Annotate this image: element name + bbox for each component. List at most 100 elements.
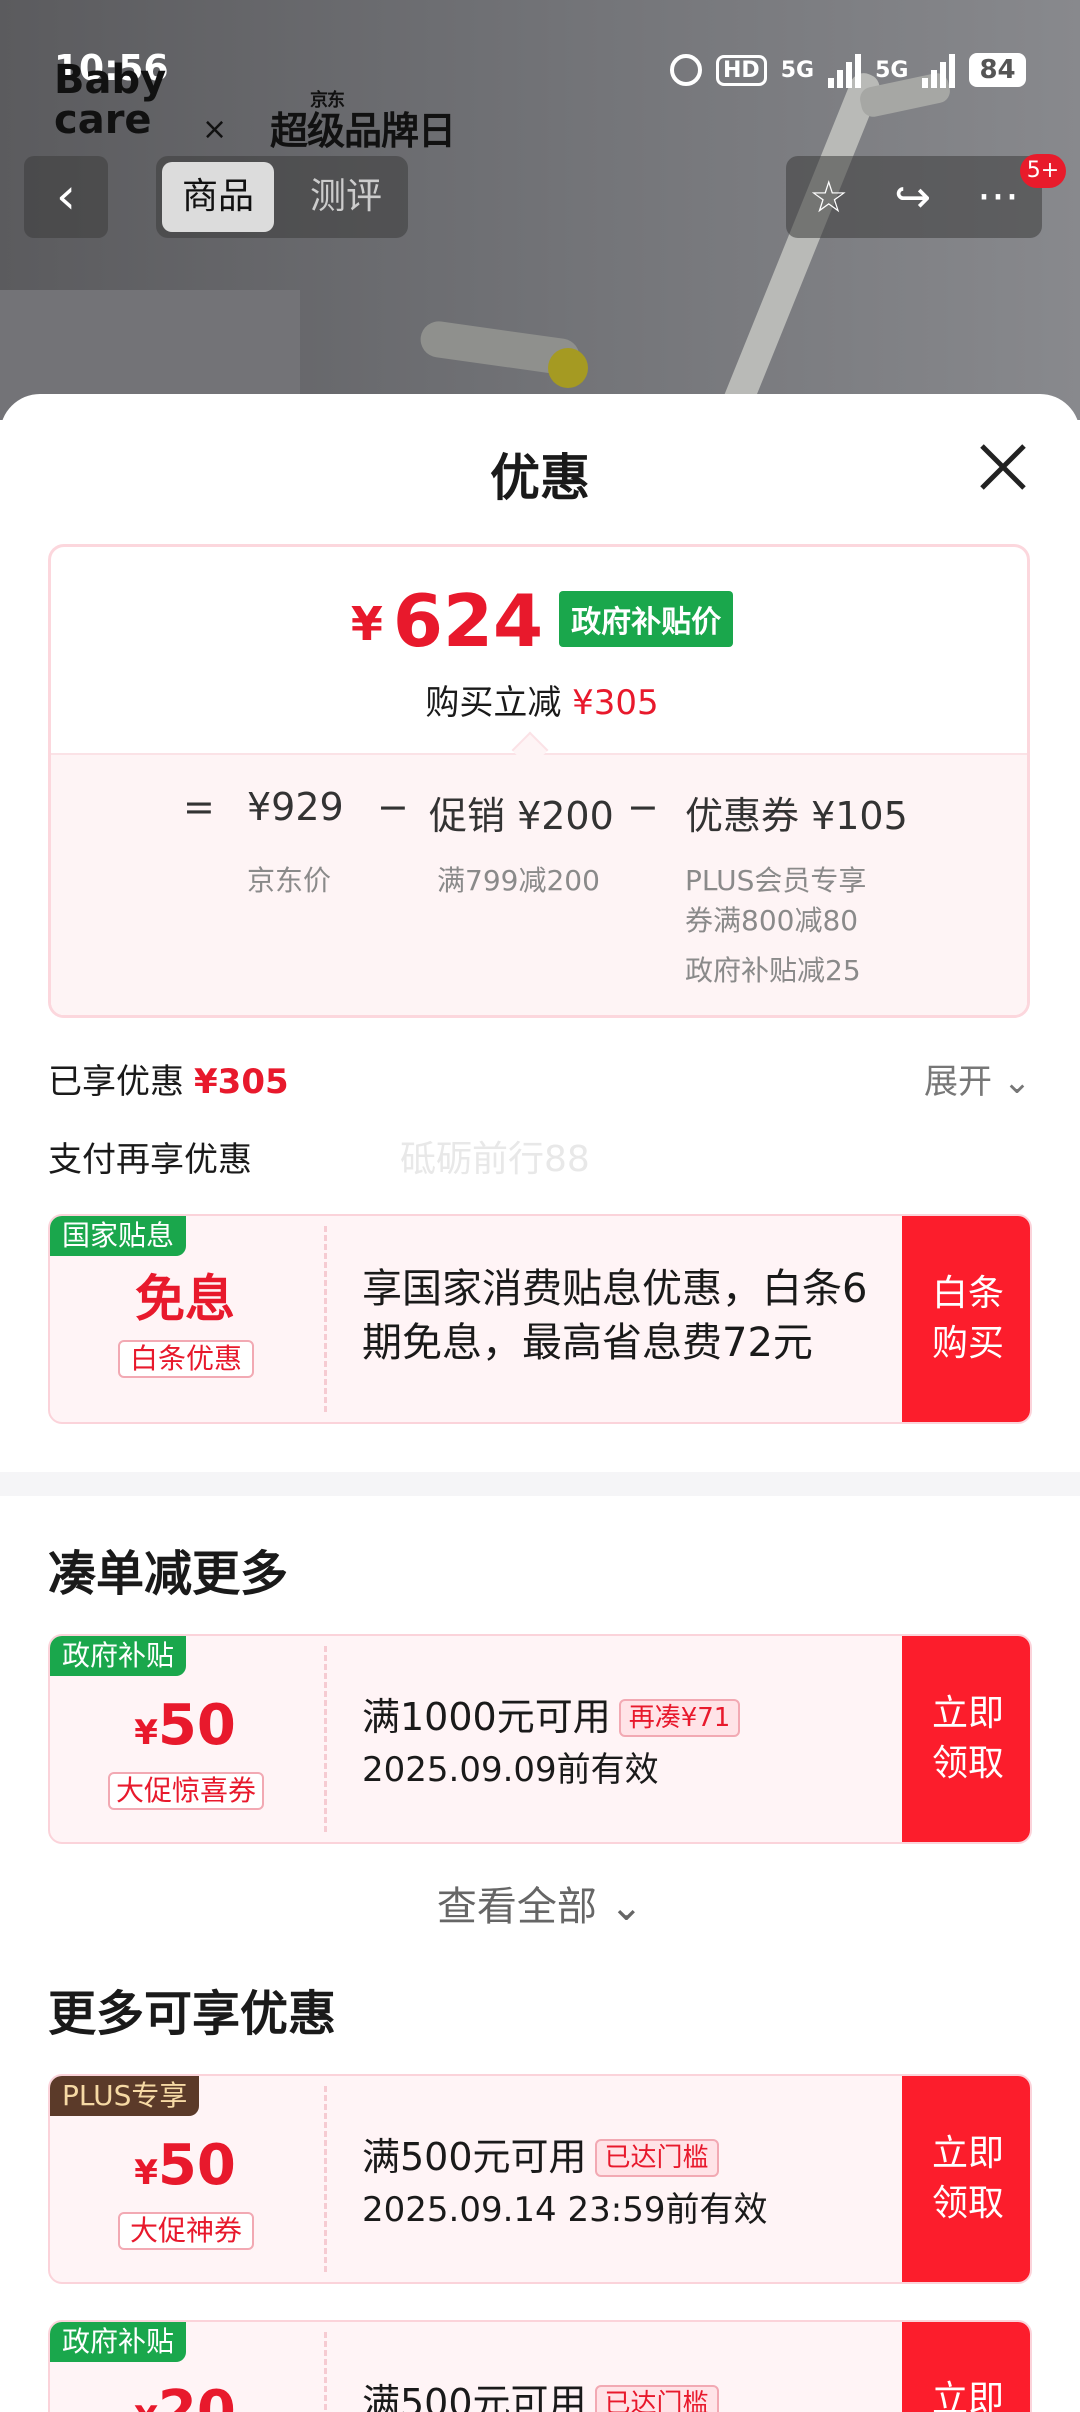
coupon-left: 政府补贴 ¥20 xyxy=(50,2322,320,2412)
coupon-condition-text: 满500元可用 xyxy=(362,2135,587,2179)
jd-event-label: 超级品牌日 xyxy=(270,109,456,153)
action-label: 立即领取 xyxy=(931,1693,1004,1784)
jd-small-label: 京东 xyxy=(310,90,345,111)
top-tabs: 商品 测评 xyxy=(156,156,408,238)
interest-free-card: 国家贴息 免息 白条优惠 享国家消费贴息优惠，白条6期免息，最高省息费72元 白… xyxy=(48,1214,1032,1424)
watermark: 砥砺前行88 xyxy=(400,1139,590,1180)
section-title-more-order: 凑单减更多 xyxy=(48,1546,289,1602)
view-all-button[interactable]: 查看全部 ⌄ xyxy=(0,1874,1080,1932)
coupon-chip: 再凑¥71 xyxy=(618,1699,741,1737)
coupon-left: PLUS专享 ¥50 大促神券 xyxy=(50,2076,320,2282)
coupon-condition: 满500元可用 已达门槛 xyxy=(362,2372,719,2412)
jd-price: ¥929 xyxy=(247,785,344,829)
equals-sign: = xyxy=(183,785,215,829)
buy-cut-row: 购买立减 ¥305 xyxy=(51,675,1027,724)
coupon-sub-label: 白条优惠 xyxy=(118,1340,254,1378)
interest-desc: 享国家消费贴息优惠，白条6期免息，最高省息费72元 xyxy=(362,1266,868,1366)
notification-badge: 5+ xyxy=(1020,154,1066,188)
promo-amount: 促销 ¥200 xyxy=(429,794,614,838)
coupon-amount-value: 50 xyxy=(157,1693,236,1758)
more-icon[interactable]: ··· xyxy=(977,172,1019,223)
coupon-amount: ¥50 xyxy=(50,2126,320,2213)
interest-free-big: 免息 xyxy=(135,1270,235,1328)
coupon-tag: 政府补贴 xyxy=(50,1636,187,1676)
pay-more-label: 支付再享优惠 xyxy=(48,1140,252,1180)
claim-coupon-button[interactable]: 立即领取 xyxy=(902,1636,1030,1842)
coupon-divider xyxy=(324,1646,327,1832)
coupon-chip: 已达门槛 xyxy=(594,2139,719,2177)
buy-cut-value: ¥305 xyxy=(572,683,659,723)
babycare-logo: Baby care xyxy=(54,57,167,143)
coupon-chip: 已达门槛 xyxy=(594,2385,719,2412)
coupon-divider xyxy=(324,2086,327,2272)
tab-goods[interactable]: 商品 xyxy=(162,162,274,232)
gov-subsidy-price-tag: 政府补贴价 xyxy=(559,591,734,647)
buy-cut-label: 购买立减 xyxy=(425,683,562,723)
coupon-sub-label: 大促惊喜券 xyxy=(108,1772,264,1810)
favorite-star-icon[interactable]: ☆ xyxy=(809,172,848,223)
claim-coupon-button[interactable]: 立即领取 xyxy=(902,2076,1030,2282)
signal-icon xyxy=(922,52,956,88)
coupon-card: 政府补贴 ¥50 大促惊喜券 满1000元可用 再凑¥71 2025.09.09前… xyxy=(48,1634,1032,1844)
coupon-amount: ¥20 xyxy=(50,2372,320,2412)
coupon-expiry: 2025.09.09前有效 xyxy=(362,1750,659,1790)
expand-button[interactable]: 展开 ⌄ xyxy=(924,1054,1031,1103)
coupon-yen: ¥ xyxy=(134,1713,158,1753)
coupon-yen: ¥ xyxy=(134,2399,158,2412)
back-button[interactable]: ‹ xyxy=(24,156,108,238)
coupon-divider xyxy=(324,2332,327,2412)
product-bg-shape xyxy=(548,348,588,388)
action-label: 立即领取 xyxy=(931,2379,1004,2412)
share-icon[interactable]: ↪ xyxy=(894,172,931,223)
coupon-amount-value: 20 xyxy=(157,2379,236,2412)
coupon-tag: 国家贴息 xyxy=(50,1216,187,1256)
coupon-card: 政府补贴 ¥20 满500元可用已达门槛 立即领取 xyxy=(48,2320,1032,2412)
coupon-condition-text: 满1000元可用 xyxy=(362,1695,611,1739)
coupon-condition: 满1000元可用 再凑¥71 xyxy=(362,1686,741,1741)
alarm-icon xyxy=(670,54,702,86)
section-separator xyxy=(0,1472,1080,1496)
section-title-more-benefits: 更多可享优惠 xyxy=(48,1986,337,2042)
coupon-divider xyxy=(324,1226,327,1412)
close-icon[interactable] xyxy=(976,440,1030,494)
final-price-row: ¥ 624 政府补贴价 xyxy=(51,585,1027,657)
price-calculation: = ¥929 − 促销 ¥200 − 优惠券 ¥105 京东价 满799减200… xyxy=(51,753,1027,1015)
coupon-sub-label: 大促神券 xyxy=(118,2212,254,2250)
action-label: 立即领取 xyxy=(931,2133,1004,2224)
coupon-amount: 优惠券 ¥105 xyxy=(685,794,908,838)
sheet-title: 优惠 xyxy=(490,449,590,507)
price-yen: ¥ xyxy=(350,597,383,651)
coupon-left: 国家贴息 免息 白条优惠 xyxy=(50,1216,320,1422)
jd-price-label: 京东价 xyxy=(247,864,332,897)
promo-label: 满799减200 xyxy=(437,864,600,897)
brand-times: × xyxy=(202,112,228,147)
coupon-condition-text: 满500元可用 xyxy=(362,2381,587,2412)
top-actions: ☆ ↪ ··· xyxy=(786,156,1042,238)
discount-sheet: 优惠 ¥ 624 政府补贴价 购买立减 ¥305 = ¥929 − 促销 ¥20… xyxy=(0,394,1080,2412)
final-price: 624 xyxy=(392,579,544,663)
coupon-expiry: 2025.09.14 23:59前有效 xyxy=(362,2190,768,2230)
enjoyed-discount: 已享优惠 ¥305 xyxy=(48,1054,289,1103)
coupon-tag: PLUS专享 xyxy=(50,2076,200,2116)
battery-icon: 84 xyxy=(969,53,1026,87)
price-breakdown-card: ¥ 624 政府补贴价 购买立减 ¥305 = ¥929 − 促销 ¥200 −… xyxy=(48,544,1030,1018)
baitiao-buy-button[interactable]: 白条购买 xyxy=(902,1216,1030,1422)
coupon-label: 券满800减80 xyxy=(685,904,859,937)
coupon-tag: 政府补贴 xyxy=(50,2322,187,2362)
tab-review[interactable]: 测评 xyxy=(296,162,396,232)
coupon-amount-value: 50 xyxy=(157,2133,236,2198)
claim-coupon-button[interactable]: 立即领取 xyxy=(902,2322,1030,2412)
coupon-label: PLUS会员专享 xyxy=(685,864,867,897)
jd-super-brand-day-logo: 京东 超级品牌日 xyxy=(270,90,456,155)
minus-sign: − xyxy=(627,785,659,829)
coupon-yen: ¥ xyxy=(134,2153,158,2193)
coupon-label: 政府补贴减25 xyxy=(685,954,861,987)
network-5g-label: 5G xyxy=(780,57,815,83)
coupon-amount: ¥50 xyxy=(50,1686,320,1773)
enjoyed-label: 已享优惠 xyxy=(48,1062,184,1102)
network-5g-label: 5G xyxy=(875,57,909,83)
hd-icon: HD xyxy=(716,54,767,86)
coupon-card: PLUS专享 ¥50 大促神券 满500元可用 已达门槛 2025.09.14 2… xyxy=(48,2074,1032,2284)
product-bg-shape xyxy=(706,68,884,420)
coupon-left: 政府补贴 ¥50 大促惊喜券 xyxy=(50,1636,320,1842)
